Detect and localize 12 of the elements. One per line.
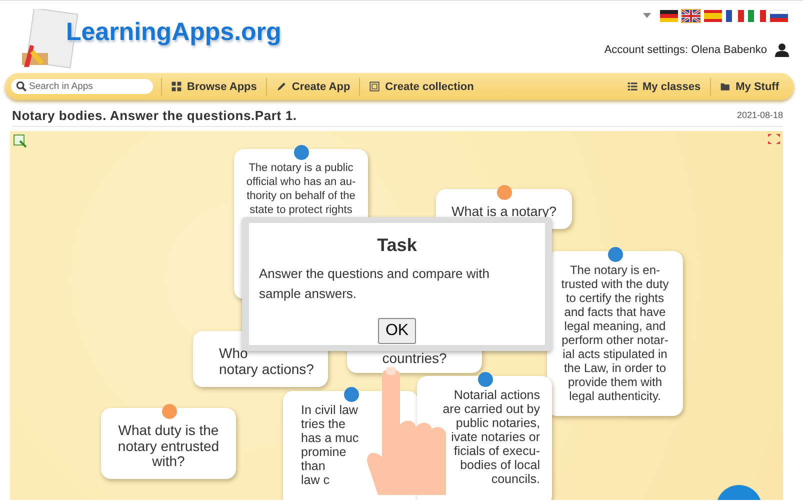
- question-text: What duty is the notary entrusted with?: [118, 422, 220, 470]
- question-text: countries?: [382, 351, 447, 367]
- date-text: 2021-08-18: [736, 110, 783, 120]
- question-text: What is a notary?: [451, 204, 557, 220]
- answer-text: In civil law tries the has a muc promine than law c: [301, 403, 359, 487]
- dialog-message: Answer the questions and compare with sample answers.: [259, 265, 491, 303]
- page-title: Notary bodies. Answer the questions.Part 1.: [12, 108, 297, 122]
- answer-text: Notarial actions are carried out by public notaries, ivate notaries or ficials of execu- bodies of local councils.: [442, 388, 540, 486]
- dialog-title: Task: [377, 235, 417, 256]
- question-text: Who notary actions?: [219, 346, 314, 378]
- answer-text: The notary is en- trusted with the duty to certify the rights and facts that have legal meaning, and perform other notar- ial acts stipulated in the Law, in order to provide them with legal authenticity.: [561, 263, 669, 403]
- answer-text: The notary is a public official who has an au- thority on behalf of the state to protect rights: [246, 161, 356, 217]
